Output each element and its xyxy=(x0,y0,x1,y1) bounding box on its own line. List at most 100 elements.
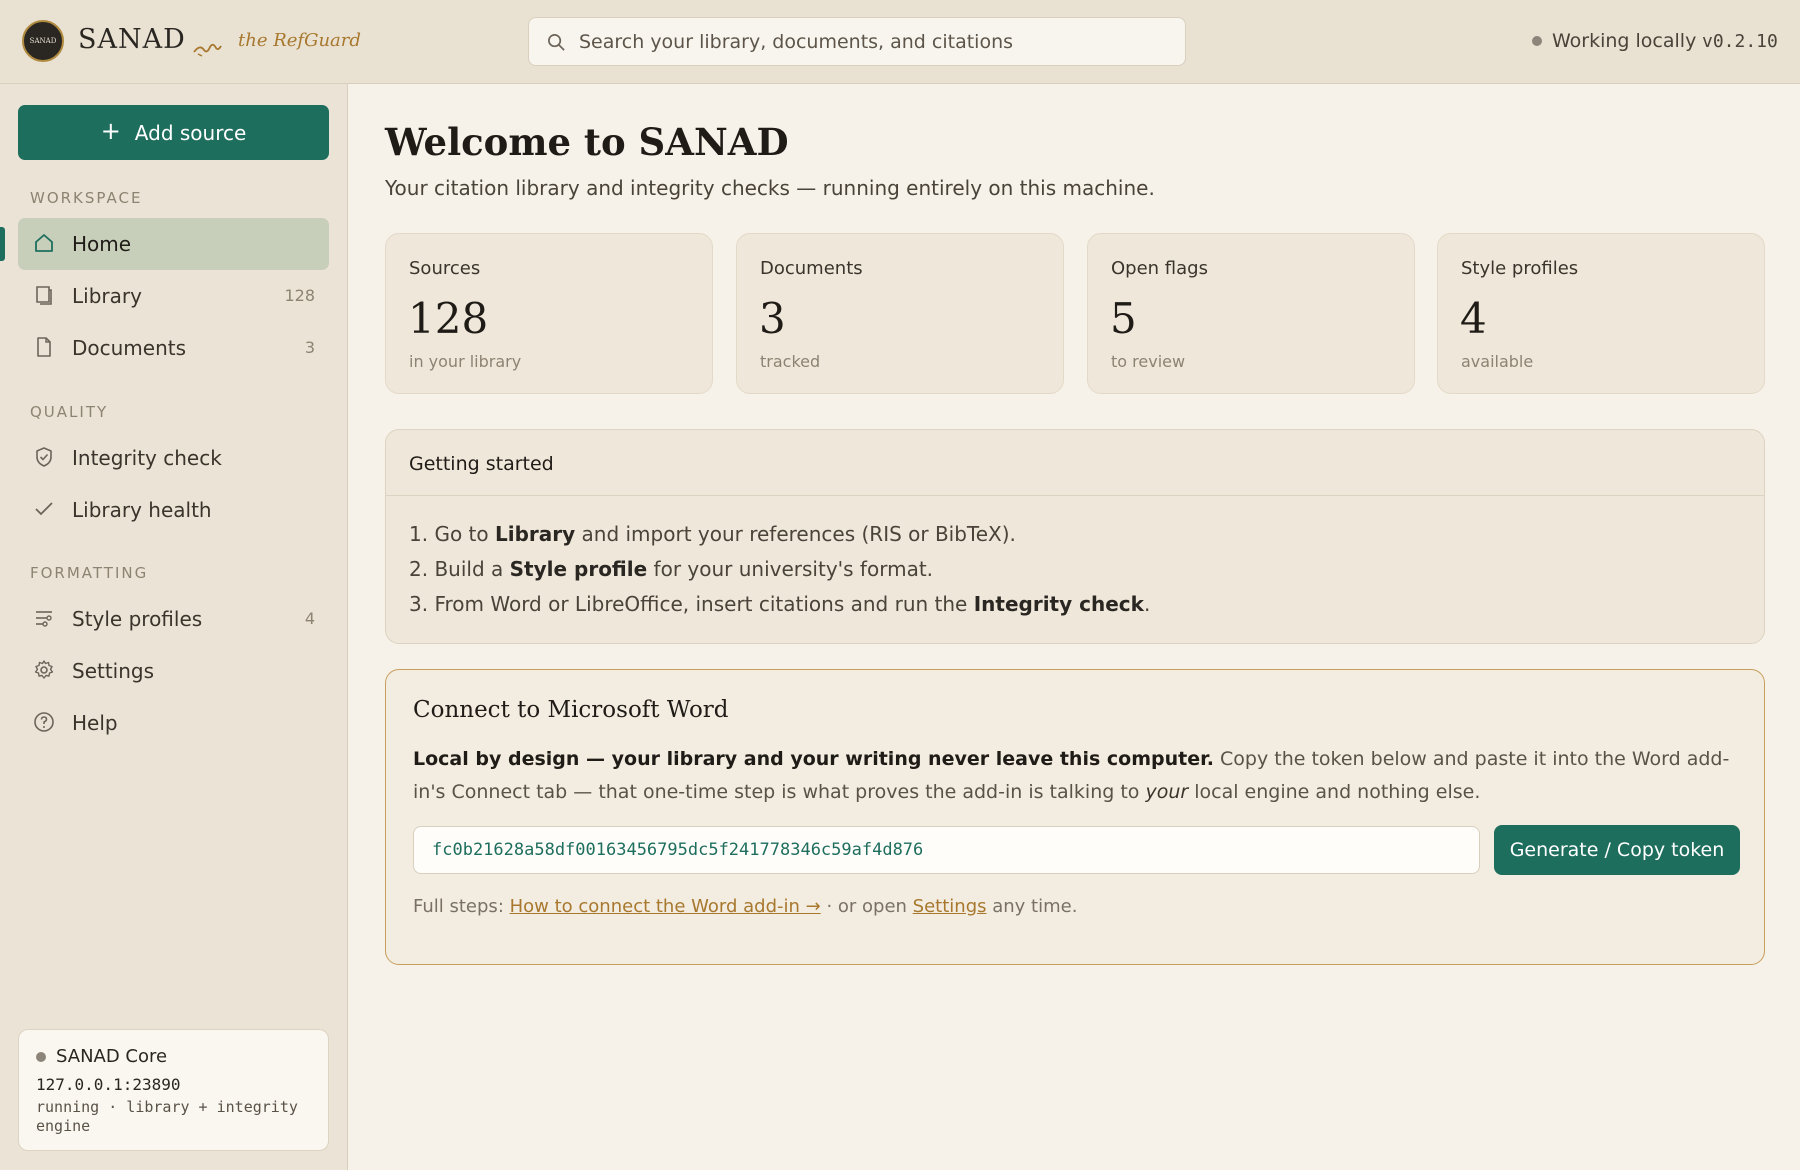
add-source-button[interactable]: + Add source xyxy=(18,105,329,160)
search-bar[interactable] xyxy=(528,17,1186,66)
status-indicator: Working locally xyxy=(1532,30,1696,52)
check-icon xyxy=(35,502,53,516)
app-brand: SANAD xyxy=(78,24,186,55)
core-host: 127.0.0.1:23890 xyxy=(36,1075,181,1094)
sidebar-item-label: Integrity check xyxy=(72,446,222,470)
core-description: running · library + integrity engine xyxy=(36,1098,298,1135)
footer-text: Full steps: xyxy=(413,896,510,917)
core-status-dot xyxy=(36,1051,46,1062)
search-input[interactable] xyxy=(579,18,1169,65)
stat-label: Open flags xyxy=(1111,258,1208,279)
sidebar: + Add source WORKSPACE Home Library 128 … xyxy=(0,84,348,1170)
getting-started-step: 3. From Word or LibreOffice, insert cita… xyxy=(409,592,1150,616)
footer-text: any time. xyxy=(986,896,1078,917)
stat-subtext: in your library xyxy=(409,352,522,371)
active-nav-marker xyxy=(0,227,5,261)
sidebar-item-library-health[interactable]: Library health xyxy=(18,484,329,536)
stat-value: 4 xyxy=(1460,294,1487,343)
sidebar-item-home[interactable]: Home xyxy=(18,218,329,270)
sidebar-item-integrity-check[interactable]: Integrity check xyxy=(18,432,329,484)
section-workspace: WORKSPACE xyxy=(30,189,143,207)
stat-label: Documents xyxy=(760,258,863,279)
plus-icon: + xyxy=(100,117,121,145)
help-circle-icon xyxy=(34,712,54,732)
stat-value: 3 xyxy=(759,294,786,343)
gear-icon xyxy=(34,660,54,679)
word-connect-footer: Full steps: How to connect the Word add-… xyxy=(413,896,1077,917)
step-text: 1. Go to xyxy=(409,522,495,546)
shield-check-icon xyxy=(36,447,52,467)
stat-label: Sources xyxy=(409,258,481,279)
top-bar: SANAD SANAD the RefGuard Working locally… xyxy=(0,0,1800,84)
add-source-label: Add source xyxy=(134,120,247,145)
description-italic: your xyxy=(1145,781,1189,803)
home-icon xyxy=(35,234,53,252)
sidebar-item-label: Library health xyxy=(72,498,212,522)
book-icon xyxy=(36,286,52,305)
sidebar-item-count: 4 xyxy=(304,609,315,628)
stat-card-documents[interactable]: Documents 3 tracked xyxy=(736,233,1064,394)
connect-guide-link[interactable]: How to connect the Word add-in → xyxy=(510,896,821,917)
sidebar-item-label: Documents xyxy=(72,336,187,360)
stat-card-style-profiles[interactable]: Style profiles 4 available xyxy=(1437,233,1765,394)
divider xyxy=(386,495,1764,496)
step-text: 3. From Word or LibreOffice, insert cita… xyxy=(409,592,974,616)
sidebar-item-label: Home xyxy=(72,232,132,256)
step-text: 2. Build a xyxy=(409,557,510,581)
step-text: for your university's format. xyxy=(647,557,934,581)
stat-subtext: tracked xyxy=(760,352,821,371)
sidebar-item-label: Help xyxy=(72,711,118,735)
footer-text: · or open xyxy=(820,896,913,917)
stat-card-sources[interactable]: Sources 128 in your library xyxy=(385,233,713,394)
sidebar-item-settings[interactable]: Settings xyxy=(18,645,329,697)
description-emphasis: Local by design — your library and your … xyxy=(413,748,1214,770)
description-text: local engine and nothing else. xyxy=(1188,781,1481,803)
step-text: . xyxy=(1143,592,1151,616)
sidebar-item-count: 3 xyxy=(304,338,315,357)
app-logo[interactable]: SANAD xyxy=(22,20,64,62)
sidebar-item-count: 128 xyxy=(284,286,315,305)
sidebar-item-documents[interactable]: Documents 3 xyxy=(18,322,329,374)
sidebar-item-library[interactable]: Library 128 xyxy=(18,270,329,322)
word-connect-description: Local by design — your library and your … xyxy=(413,743,1743,809)
sidebar-item-label: Settings xyxy=(72,659,155,683)
section-formatting: FORMATTING xyxy=(30,564,149,582)
sidebar-item-label: Style profiles xyxy=(72,607,203,631)
section-quality: QUALITY xyxy=(30,403,109,421)
document-icon xyxy=(37,337,51,357)
app-tagline: the RefGuard xyxy=(238,30,361,51)
getting-started-step: 2. Build a Style profile for your univer… xyxy=(409,557,933,581)
page-subtitle: Your citation library and integrity chec… xyxy=(385,176,1155,200)
logo-text: SANAD xyxy=(29,37,57,45)
step-emphasis: Integrity check xyxy=(973,592,1144,616)
search-icon xyxy=(548,34,565,51)
stat-label: Style profiles xyxy=(1461,258,1579,279)
core-title-text: SANAD Core xyxy=(56,1046,168,1067)
stat-subtext: to review xyxy=(1111,352,1186,371)
sliders-icon xyxy=(36,611,52,627)
status-text: Working locally xyxy=(1552,30,1697,52)
stat-subtext: available xyxy=(1461,352,1534,371)
getting-started-title: Getting started xyxy=(409,453,554,475)
word-connect-title: Connect to Microsoft Word xyxy=(413,697,729,723)
getting-started-card: Getting started 1. Go to Library and imp… xyxy=(385,429,1765,644)
token-field[interactable]: fc0b21628a58df00163456795dc5f241778346c5… xyxy=(413,826,1480,874)
calligraphy-icon xyxy=(193,43,222,57)
sidebar-item-style-profiles[interactable]: Style profiles 4 xyxy=(18,593,329,645)
step-emphasis: Library xyxy=(494,522,576,546)
sidebar-item-help[interactable]: Help xyxy=(18,697,329,749)
word-connect-card: Connect to Microsoft Word Local by desig… xyxy=(385,669,1765,965)
getting-started-step: 1. Go to Library and import your referen… xyxy=(409,522,1016,546)
status-dot xyxy=(1532,36,1542,46)
stat-card-open-flags[interactable]: Open flags 5 to review xyxy=(1087,233,1415,394)
stat-value: 5 xyxy=(1110,294,1137,343)
version-label: v0.2.10 xyxy=(1702,31,1778,52)
stat-value: 128 xyxy=(408,294,489,343)
settings-link[interactable]: Settings xyxy=(913,896,987,917)
step-text: and import your references (RIS or BibTe… xyxy=(575,522,1016,546)
generate-copy-token-button[interactable]: Generate / Copy token xyxy=(1494,825,1740,875)
sidebar-item-label: Library xyxy=(72,284,142,308)
core-title: SANAD Core xyxy=(36,1046,167,1067)
page-title: Welcome to SANAD xyxy=(385,120,789,164)
step-emphasis: Style profile xyxy=(509,557,648,581)
